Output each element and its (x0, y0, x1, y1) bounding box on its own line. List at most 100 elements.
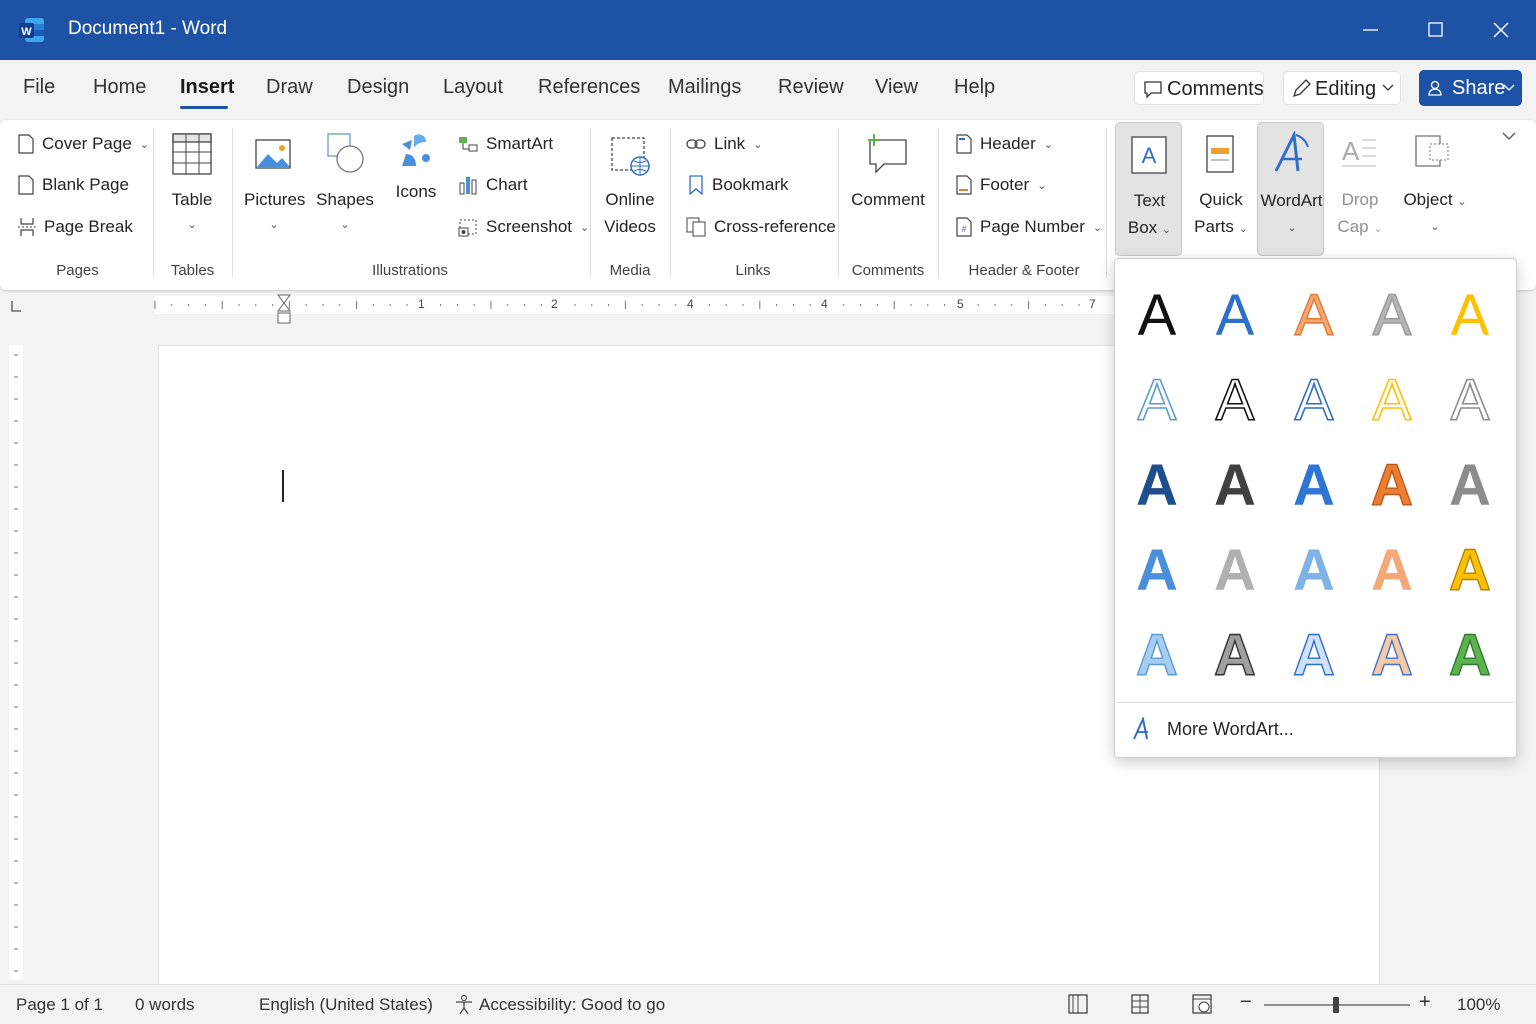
zoom-out-icon[interactable]: − (1240, 991, 1252, 1014)
online-label[interactable]: Online (600, 190, 660, 210)
tab-draw[interactable]: Draw (266, 76, 313, 99)
indent-marker-icon[interactable] (277, 294, 291, 324)
wordart-style-option[interactable]: A (1440, 449, 1500, 519)
web-layout-icon[interactable] (1191, 993, 1213, 1015)
pictures-icon[interactable] (254, 136, 294, 172)
wordart-style-option[interactable]: A (1284, 619, 1344, 689)
icons-icon[interactable] (398, 130, 434, 170)
table-button-label[interactable]: Table (168, 190, 216, 210)
page-count[interactable]: Page 1 of 1 (16, 995, 103, 1015)
wordart-style-option[interactable]: A (1440, 534, 1500, 604)
cross-reference-button[interactable]: Cross-reference (686, 217, 836, 237)
videos-label[interactable]: Videos (600, 217, 660, 237)
group-divider (232, 128, 233, 278)
smartart-button[interactable]: SmartArt (458, 134, 553, 154)
wordart-style-option[interactable]: A (1362, 364, 1422, 434)
wordart-style-option[interactable]: A (1127, 619, 1187, 689)
tab-insert[interactable]: Insert (180, 76, 234, 99)
bookmark-button[interactable]: Bookmark (688, 175, 789, 195)
wordart-style-option[interactable]: A (1284, 534, 1344, 604)
text-box-button[interactable]: A Text Box ⌄ (1115, 122, 1182, 256)
chevron-down-icon[interactable]: ⌄ (186, 218, 198, 231)
comments-button[interactable]: Comments (1134, 71, 1264, 105)
wordart-style-option[interactable]: A (1127, 534, 1187, 604)
wordart-style-option[interactable]: A (1127, 449, 1187, 519)
zoom-level[interactable]: 100% (1457, 995, 1500, 1015)
minimize-icon[interactable] (1350, 12, 1390, 48)
wordart-style-option[interactable]: A (1205, 279, 1265, 349)
cover-page-button[interactable]: Cover Page ⌄ (18, 134, 149, 154)
share-button[interactable]: Share (1419, 70, 1522, 106)
wordart-style-option[interactable]: A (1440, 364, 1500, 434)
table-icon[interactable] (172, 132, 212, 176)
zoom-slider[interactable] (1262, 995, 1412, 1015)
chart-button[interactable]: Chart (458, 175, 528, 195)
wordart-style-option[interactable]: A (1440, 279, 1500, 349)
wordart-style-option[interactable]: A (1205, 364, 1265, 434)
link-button[interactable]: Link ⌄ (686, 134, 762, 154)
online-video-icon[interactable] (610, 134, 654, 178)
ribbon-collapse-icon[interactable] (1501, 130, 1517, 142)
screenshot-button[interactable]: Screenshot ⌄ (458, 217, 589, 237)
wordart-style-option[interactable]: A (1284, 449, 1344, 519)
wordart-style-option[interactable]: A (1284, 364, 1344, 434)
new-comment-icon[interactable] (866, 132, 910, 176)
tab-review[interactable]: Review (778, 76, 844, 99)
icons-label[interactable]: Icons (394, 182, 438, 202)
tab-home[interactable]: Home (93, 76, 146, 99)
tab-mailings[interactable]: Mailings (668, 76, 741, 99)
wordart-style-option[interactable]: A (1127, 279, 1187, 349)
pictures-label[interactable]: Pictures (244, 190, 305, 210)
chevron-down-icon[interactable]: ⌄ (268, 218, 280, 231)
text-box-icon: A (1130, 135, 1168, 175)
text-label: Text (1133, 191, 1166, 210)
object-button[interactable]: Object ⌄ ⌄ (1398, 122, 1472, 256)
zoom-in-icon[interactable]: + (1419, 991, 1431, 1014)
vertical-ruler[interactable] (7, 345, 25, 980)
wordart-style-option[interactable]: A (1284, 279, 1344, 349)
bookmark-icon (689, 175, 703, 195)
word-count[interactable]: 0 words (135, 995, 195, 1015)
more-wordart-menu-item[interactable]: More WordArt... (1131, 714, 1294, 744)
chevron-down-icon[interactable]: ⌄ (339, 218, 351, 231)
language-status[interactable]: English (United States) (259, 995, 433, 1015)
wordart-style-option[interactable]: A (1205, 449, 1265, 519)
maximize-icon[interactable] (1415, 12, 1455, 48)
editing-mode-button[interactable]: Editing (1283, 71, 1401, 105)
chevron-down-icon (1503, 83, 1515, 93)
focus-mode-icon[interactable] (1067, 993, 1089, 1015)
comments-label: Comments (1167, 78, 1264, 100)
comment-label[interactable]: Comment (850, 190, 926, 210)
tab-design[interactable]: Design (347, 76, 409, 99)
wordart-style-option[interactable]: A (1205, 619, 1265, 689)
shapes-icon[interactable] (326, 132, 366, 176)
tab-view[interactable]: View (875, 76, 918, 99)
header-button[interactable]: Header ⌄ (956, 134, 1053, 154)
wordart-style-option[interactable]: A (1127, 364, 1187, 434)
print-layout-icon[interactable] (1129, 993, 1151, 1015)
wordart-glyph: A (1451, 368, 1490, 433)
accessibility-status[interactable]: Accessibility: Good to go (479, 995, 665, 1015)
tab-selector-icon[interactable] (8, 298, 24, 314)
tab-help[interactable]: Help (954, 76, 995, 99)
quick-parts-button[interactable]: Quick Parts ⌄ (1190, 122, 1252, 256)
drop-cap-button[interactable]: A Drop Cap ⌄ (1330, 122, 1390, 256)
wordart-style-option[interactable]: A (1362, 619, 1422, 689)
wordart-glyph: A (1449, 623, 1491, 688)
wordart-style-option[interactable]: A (1440, 619, 1500, 689)
tab-references[interactable]: References (538, 76, 640, 99)
wordart-style-option[interactable]: A (1362, 449, 1422, 519)
footer-button[interactable]: Footer ⌄ (956, 175, 1046, 195)
wordart-style-option[interactable]: A (1362, 534, 1422, 604)
tab-file[interactable]: File (23, 76, 55, 99)
page-break-button[interactable]: Page Break (18, 217, 133, 237)
blank-page-button[interactable]: Blank Page (18, 175, 129, 195)
wordart-style-option[interactable]: A (1205, 534, 1265, 604)
close-icon[interactable] (1481, 12, 1521, 48)
page-number-button[interactable]: # Page Number ⌄ (956, 217, 1102, 237)
wordart-style-option[interactable]: A (1362, 279, 1422, 349)
horizontal-ruler[interactable]: 1 2 4 4 5 7 (35, 294, 1115, 324)
wordart-button[interactable]: WordArt ⌄ (1257, 122, 1324, 256)
tab-layout[interactable]: Layout (443, 76, 503, 99)
shapes-label[interactable]: Shapes (316, 190, 374, 210)
